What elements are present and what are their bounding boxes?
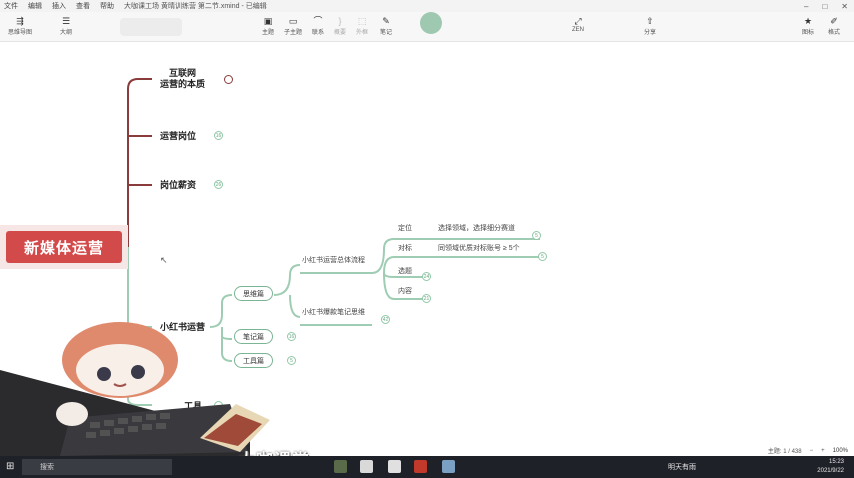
icons-panel-label: 图标: [802, 30, 815, 36]
share-button[interactable]: ⇧ 分享: [644, 15, 656, 36]
notes-label: 笔记: [380, 30, 393, 36]
zoom-in-icon[interactable]: +: [821, 448, 825, 454]
icons-panel-button[interactable]: ★ 图标: [802, 15, 814, 36]
menu-help[interactable]: 帮助: [96, 1, 120, 11]
share-icon: ⇧: [646, 16, 654, 26]
format-panel-button[interactable]: ✐ 格式: [828, 15, 840, 36]
child-count-badge[interactable]: 5: [538, 252, 547, 261]
notes-icon: ✎: [382, 16, 390, 26]
zen-button[interactable]: ⤢ ZEN: [572, 15, 584, 33]
topic-positioning-detail[interactable]: 选择领域，选择细分赛道: [438, 223, 515, 233]
branch-role-salary[interactable]: 岗位薪资: [160, 180, 196, 191]
topic-button[interactable]: ▣ 主题: [262, 15, 274, 36]
child-count-badge[interactable]: 16: [214, 131, 223, 140]
menu-view[interactable]: 查看: [72, 1, 96, 11]
menu-insert[interactable]: 插入: [48, 1, 72, 11]
boundary-label: 外框: [356, 30, 369, 36]
menu-file[interactable]: 文件: [0, 1, 24, 11]
topic-positioning[interactable]: 定位: [398, 223, 412, 233]
boundary-button[interactable]: ⬚ 外框: [356, 15, 368, 36]
child-count-badge[interactable]: 21: [422, 294, 431, 303]
summary-button[interactable]: } 概要: [334, 15, 346, 36]
search-placeholder: 搜索: [40, 464, 54, 471]
window-title: 大咖课工场 黄晴训练营 第二节.xmind - 已编辑: [124, 3, 267, 10]
branch-label: 互联网: [169, 68, 197, 78]
star-icon: ★: [803, 16, 813, 26]
subtopic-icon: ▭: [288, 16, 298, 26]
zen-label: ZEN: [572, 27, 584, 33]
child-count-badge[interactable]: 24: [422, 272, 431, 281]
zoom-level[interactable]: 100%: [833, 448, 848, 454]
avatar: [420, 12, 442, 34]
mindmap-view-label: 思维导图: [8, 30, 33, 36]
toolbar: ⇶ 思维导图 ☰ 大纲 ▣ 主题 ▭ 子主题 ⌒ 联系 } 概要 ⬚ 外框 ✎ …: [0, 12, 854, 42]
topic-topic-selection[interactable]: 选题: [398, 266, 412, 276]
mouse-cursor-icon: ↖: [160, 255, 168, 265]
collapse-toggle[interactable]: [224, 75, 233, 84]
child-count-badge[interactable]: 26: [214, 180, 223, 189]
outline-icon: ☰: [61, 16, 71, 26]
taskbar: ⊞ 搜索 明天有雨 15:23 2021/9/22: [0, 456, 854, 478]
clock-time: 15:23: [828, 459, 844, 465]
topic-content[interactable]: 内容: [398, 286, 412, 296]
relationship-icon: ⌒: [313, 16, 323, 26]
close-icon[interactable]: ✕: [841, 2, 848, 11]
topic-icon: ▣: [263, 16, 273, 26]
topic-overall-flow[interactable]: 小红书运营总体流程: [302, 255, 365, 265]
branch-label: 运营的本质: [160, 79, 206, 89]
notes-button[interactable]: ✎ 笔记: [380, 15, 392, 36]
branch-operation-roles[interactable]: 运营岗位: [160, 131, 196, 142]
menu-edit[interactable]: 编辑: [24, 1, 48, 11]
central-topic[interactable]: 新媒体运营: [0, 225, 128, 269]
weather-widget[interactable]: 明天有雨: [668, 462, 696, 472]
share-label: 分享: [644, 30, 657, 36]
taskbar-app-icon[interactable]: [414, 460, 427, 473]
start-icon[interactable]: ⊞: [6, 461, 14, 472]
branch-internet-essence[interactable]: 互联网 运营的本质: [160, 68, 205, 90]
mindmap-view-button[interactable]: ⇶ 思维导图: [8, 15, 32, 36]
summary-label: 概要: [334, 30, 347, 36]
zen-icon: ⤢: [574, 16, 582, 26]
taskbar-app-icon[interactable]: [388, 460, 401, 473]
status-strip: 主题: 1 / 438 − + 100%: [767, 446, 848, 456]
boundary-icon: ⬚: [357, 16, 367, 26]
relationship-button[interactable]: ⌒ 联系: [312, 15, 324, 36]
mascot-illustration: [0, 322, 270, 456]
zoom-out-icon[interactable]: −: [810, 448, 814, 454]
subtopic-label: 子主题: [284, 30, 303, 36]
tray-clock[interactable]: 15:23 2021/9/22: [817, 458, 844, 476]
window-controls: – □ ✕: [804, 0, 848, 12]
menu-bar: 文件 编辑 插入 查看 帮助 大咖课工场 黄晴训练营 第二节.xmind - 已…: [0, 0, 854, 12]
clock-date: 2021/9/22: [817, 468, 844, 474]
summary-icon: }: [338, 16, 342, 26]
logo-smudge: [120, 18, 182, 36]
child-count-badge[interactable]: 5: [532, 231, 541, 240]
maximize-icon[interactable]: □: [822, 2, 827, 11]
relationship-label: 联系: [312, 30, 325, 36]
subtopic-button[interactable]: ▭ 子主题: [284, 15, 302, 36]
subtopic-thinking[interactable]: 思维篇: [234, 286, 273, 301]
topic-count: 主题: 1 / 438: [767, 449, 802, 455]
topic-benchmark-detail[interactable]: 同领域优质对标账号 ≥ 5个: [438, 243, 520, 253]
brush-icon: ✐: [830, 16, 838, 26]
taskbar-app-icon[interactable]: [334, 460, 347, 473]
taskbar-app-icon[interactable]: [442, 460, 455, 473]
taskbar-search[interactable]: 搜索: [22, 459, 172, 475]
outline-view-label: 大纲: [60, 30, 73, 36]
taskbar-app-icon[interactable]: [360, 460, 373, 473]
format-panel-label: 格式: [828, 30, 841, 36]
outline-view-button[interactable]: ☰ 大纲: [60, 15, 72, 36]
central-topic-label: 新媒体运营: [6, 231, 122, 263]
mindmap-icon: ⇶: [16, 16, 24, 26]
topic-viral-notes[interactable]: 小红书爆款笔记思维: [302, 307, 365, 317]
minimize-icon[interactable]: –: [804, 2, 808, 11]
topic-benchmark[interactable]: 对标: [398, 243, 412, 253]
topic-label: 主题: [262, 30, 275, 36]
child-count-badge[interactable]: 42: [381, 315, 390, 324]
